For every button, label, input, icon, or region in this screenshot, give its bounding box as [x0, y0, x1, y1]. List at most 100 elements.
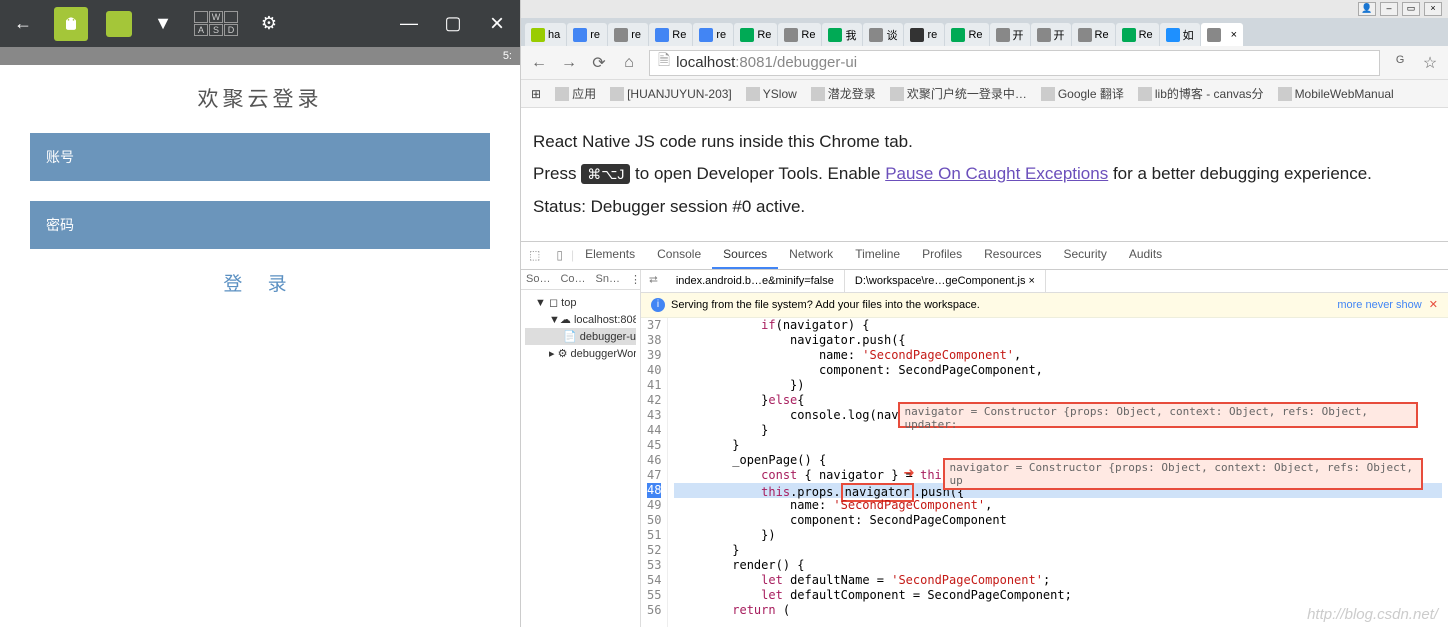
devtools-tab-elements[interactable]: Elements — [574, 241, 646, 269]
more-link[interactable]: more — [1337, 299, 1362, 311]
devtools-tab-sources[interactable]: Sources — [712, 241, 778, 269]
open-file-tab[interactable]: D:\workspace\re…geComponent.js × — [845, 270, 1046, 292]
bookmark-item[interactable]: Google 翻译 — [1041, 85, 1124, 102]
bookmark-item[interactable]: 欢聚门户统一登录中… — [890, 85, 1027, 102]
browser-tab[interactable]: Re — [778, 23, 821, 46]
sidebar-tab[interactable]: Co… — [555, 270, 590, 289]
bookmark-item[interactable]: 潜龙登录 — [811, 85, 876, 102]
browser-tab[interactable]: 开 — [990, 23, 1030, 46]
browser-tab[interactable]: 如 — [1160, 23, 1200, 46]
device-icon[interactable]: ▯ — [548, 244, 571, 266]
maximize-button[interactable]: ▭ — [1402, 2, 1420, 16]
browser-tab[interactable]: 我 — [822, 23, 862, 46]
devtools-tab-resources[interactable]: Resources — [973, 241, 1052, 269]
bookmark-item[interactable]: MobileWebManual — [1278, 87, 1394, 101]
workspace-info: i Serving from the file system? Add your… — [641, 293, 1448, 318]
browser-tab[interactable]: Re — [734, 23, 777, 46]
devtools-tab-security[interactable]: Security — [1052, 241, 1117, 269]
browser-tab[interactable]: Re — [1072, 23, 1115, 46]
username-field[interactable]: 账号 — [30, 133, 490, 181]
devtools: ⬚ ▯ | ElementsConsoleSourcesNetworkTimel… — [521, 241, 1448, 627]
tree-file2[interactable]: ▸ ⚙ debuggerWorker. — [525, 345, 636, 362]
star-icon[interactable]: ☆ — [1420, 53, 1440, 73]
browser-tab[interactable]: 谈 — [863, 23, 903, 46]
browser-tab[interactable]: × — [1201, 23, 1243, 46]
watermark: http://blog.csdn.net/ — [1307, 606, 1438, 623]
bookmark-item[interactable]: lib的博客 - canvas分 — [1138, 85, 1264, 102]
file-tree: ▼ ◻ top ▼☁ localhost:8081 📄 debugger-ui … — [521, 290, 640, 366]
login-button[interactable]: 登 录 — [30, 269, 490, 296]
browser-tab[interactable]: re — [693, 23, 733, 46]
user-icon[interactable]: 👤 — [1358, 2, 1376, 16]
close-button[interactable]: × — [1424, 2, 1442, 16]
window-controls: 👤 – ▭ × — [521, 0, 1448, 18]
browser-tab[interactable]: Re — [945, 23, 988, 46]
browser-tab[interactable]: re — [608, 23, 648, 46]
gear-icon[interactable]: ⚙ — [256, 11, 282, 37]
address-bar: ← → ⟳ ⌂ 🗎 localhost:8081/debugger-ui ᴳ ☆ — [521, 46, 1448, 80]
inspect-icon[interactable]: ⬚ — [521, 244, 548, 266]
page-icon: 🗎 — [658, 50, 670, 75]
browser-tab[interactable]: re — [904, 23, 944, 46]
back-button[interactable]: ← — [529, 54, 549, 72]
wasd-keys-icon[interactable]: W ASD — [194, 11, 238, 36]
tree-file1[interactable]: 📄 debugger-ui — [525, 328, 636, 345]
debug-line1: React Native JS code runs inside this Ch… — [533, 126, 1436, 158]
maximize-icon[interactable]: ▢ — [440, 11, 466, 37]
browser-tab[interactable]: re — [567, 23, 607, 46]
debug-overlay-1: navigator = Constructor {props: Object, … — [898, 402, 1418, 428]
browser-tab[interactable]: Re — [1116, 23, 1159, 46]
pause-exceptions-link[interactable]: Pause On Caught Exceptions — [885, 164, 1108, 183]
android-emulator: ← ▼ W ASD ⚙ — ▢ × 5: 欢聚云登录 账号 密码 登 录 — [0, 0, 520, 627]
close-info-icon[interactable]: ✕ — [1429, 299, 1438, 311]
reload-button[interactable]: ⟳ — [589, 53, 609, 73]
browser-tabs: harereRereReRe我谈reRe开开ReRe如× — [521, 18, 1448, 46]
keyboard-shortcut: ⌘⌥J — [581, 164, 630, 184]
devtools-tab-timeline[interactable]: Timeline — [844, 241, 911, 269]
translate-icon[interactable]: ᴳ — [1390, 54, 1410, 72]
browser-tab[interactable]: ha — [525, 23, 566, 46]
devtools-tab-network[interactable]: Network — [778, 241, 844, 269]
sources-main: ⮂ index.android.b…e&minify=falseD:\works… — [641, 270, 1448, 627]
emulator-titlebar: ← ▼ W ASD ⚙ — ▢ × — [0, 0, 520, 47]
forward-button[interactable]: → — [559, 54, 579, 72]
open-file-tab[interactable]: index.android.b…e&minify=false — [666, 270, 845, 292]
dropdown-icon[interactable]: ▼ — [150, 11, 176, 37]
browser-tab[interactable]: Re — [649, 23, 692, 46]
back-icon[interactable]: ← — [10, 11, 36, 37]
info-icon: i — [651, 298, 665, 312]
browser-tab[interactable]: 开 — [1031, 23, 1071, 46]
code-editor[interactable]: 3738394041424344454647484950515253545556… — [641, 318, 1448, 627]
login-title: 欢聚云登录 — [30, 83, 490, 113]
minimize-icon[interactable]: — — [396, 11, 422, 37]
devtools-body: So…Co…Sn…⋮ ▼ ◻ top ▼☁ localhost:8081 📄 d… — [521, 270, 1448, 627]
never-show-link[interactable]: never show — [1365, 299, 1421, 311]
bookmark-item[interactable]: 应用 — [555, 85, 596, 102]
debug-overlay-2: navigator = Constructor {props: Object, … — [943, 458, 1423, 490]
nav-arrows-icon[interactable]: ⮂ — [641, 270, 666, 292]
tree-top[interactable]: ▼ ◻ top — [525, 294, 636, 311]
close-icon[interactable]: × — [484, 11, 510, 37]
home-button[interactable]: ⌂ — [619, 54, 639, 72]
sidebar-tab[interactable]: Sn… — [591, 270, 625, 289]
arrow-icon: ➜ — [903, 463, 914, 484]
bookmark-item[interactable]: [HUANJUYUN-203] — [610, 87, 732, 101]
devtools-tabs: ⬚ ▯ | ElementsConsoleSourcesNetworkTimel… — [521, 242, 1448, 270]
apps-icon[interactable]: ⊞ — [531, 87, 541, 101]
debug-line2: Press ⌘⌥J to open Developer Tools. Enabl… — [533, 158, 1436, 190]
devtools-tab-audits[interactable]: Audits — [1118, 241, 1173, 269]
android-icon-alt[interactable] — [106, 11, 132, 37]
devtools-tab-console[interactable]: Console — [646, 241, 712, 269]
status-time: 5: — [503, 50, 512, 62]
url-input[interactable]: 🗎 localhost:8081/debugger-ui — [649, 50, 1380, 76]
page-content: React Native JS code runs inside this Ch… — [521, 108, 1448, 241]
android-status-bar: 5: — [0, 47, 520, 65]
debug-status: Status: Debugger session #0 active. — [533, 191, 1436, 223]
password-field[interactable]: 密码 — [30, 201, 490, 249]
tree-host[interactable]: ▼☁ localhost:8081 — [525, 311, 636, 328]
sidebar-tab[interactable]: So… — [521, 270, 555, 289]
bookmark-item[interactable]: YSlow — [746, 87, 797, 101]
android-icon[interactable] — [54, 7, 88, 41]
minimize-button[interactable]: – — [1380, 2, 1398, 16]
devtools-tab-profiles[interactable]: Profiles — [911, 241, 973, 269]
